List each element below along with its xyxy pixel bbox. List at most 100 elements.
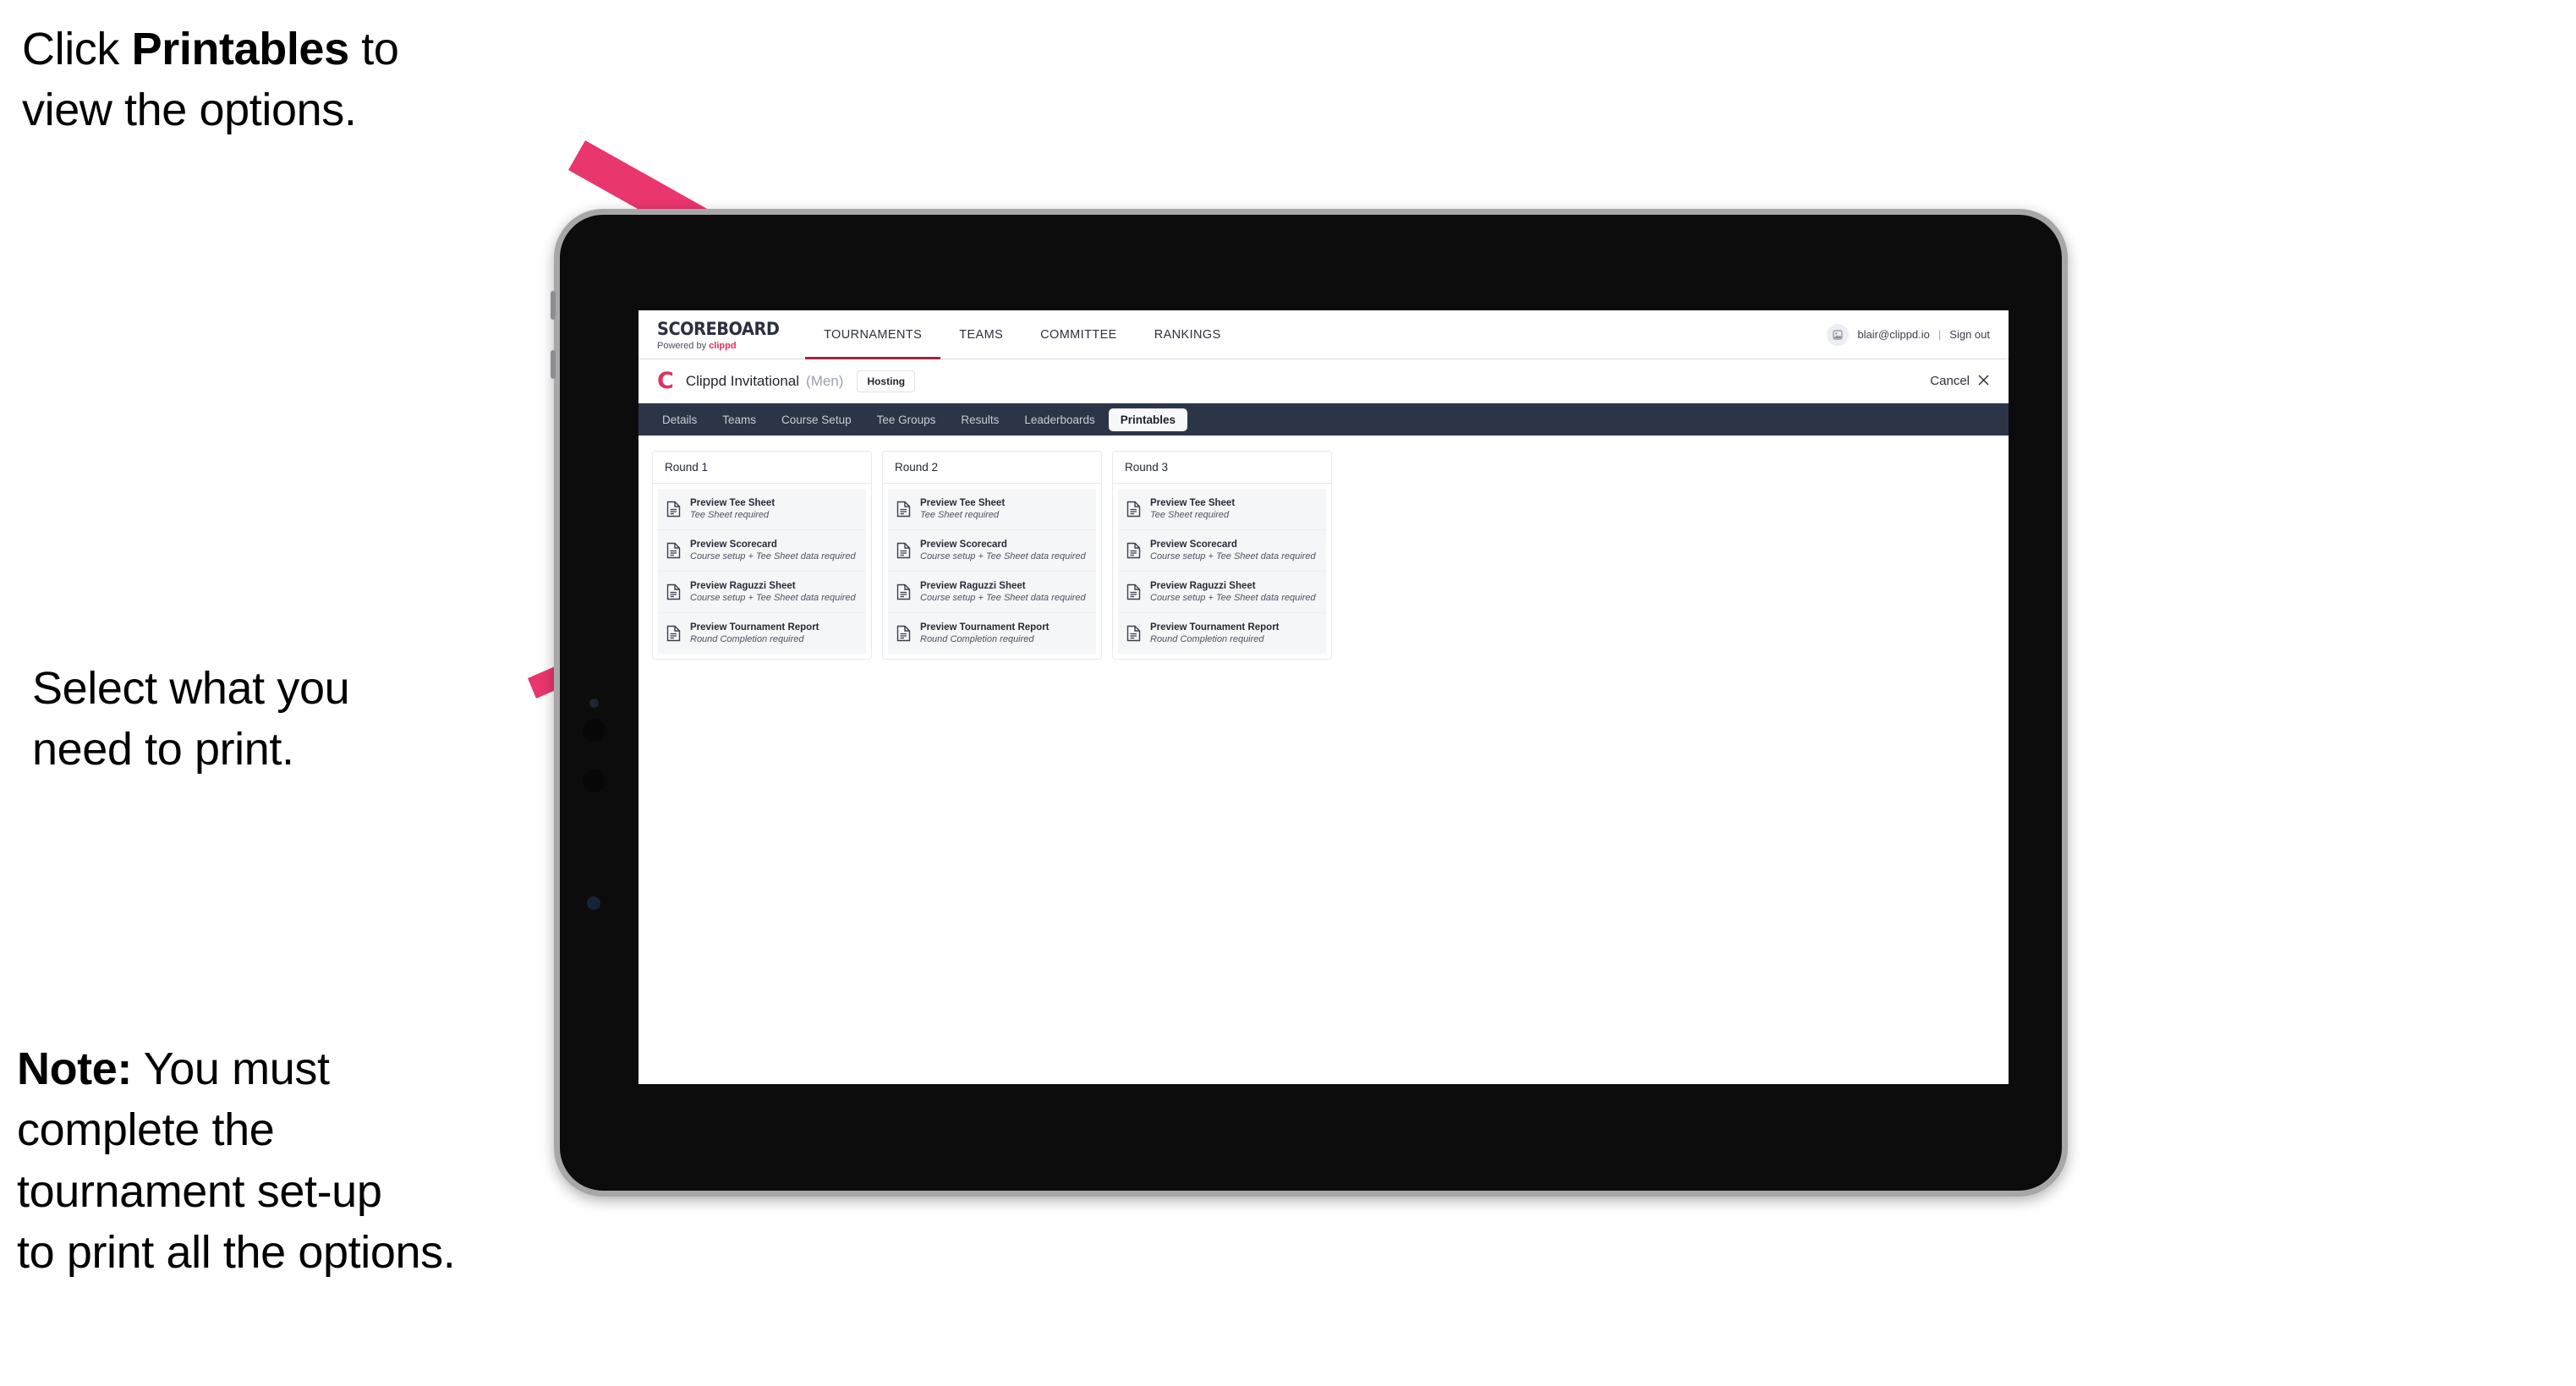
tab-label-leaderboards: Leaderboards bbox=[1024, 413, 1095, 426]
tab-teams[interactable]: Teams bbox=[710, 408, 768, 431]
topnav-item-committee[interactable]: COMMITTEE bbox=[1022, 310, 1136, 359]
tablet-sensor-icon bbox=[587, 896, 600, 910]
print-row-subtitle: Tee Sheet required bbox=[920, 510, 1000, 520]
print-row-r1-raguzzi-sheet[interactable]: Preview Raguzzi Sheet Course setup + Tee… bbox=[658, 572, 866, 613]
user-area: blair@clippd.io | Sign out bbox=[1827, 310, 2009, 359]
print-row-subtitle: Course setup + Tee Sheet data required bbox=[1150, 551, 1316, 562]
round-body-1: Preview Tee Sheet Tee Sheet required Pre… bbox=[653, 484, 871, 659]
tablet-screen: SCOREBOARD Powered by clippd TOURNAMENTS… bbox=[639, 310, 2009, 1084]
round-column-1: Round 1 Preview Tee Sheet Tee Sheet requ… bbox=[652, 451, 872, 660]
print-row-title: Preview Scorecard bbox=[920, 540, 1007, 550]
brand-title: SCOREBOARD bbox=[657, 318, 780, 339]
document-icon bbox=[896, 583, 911, 600]
print-row-title: Preview Scorecard bbox=[1150, 540, 1237, 550]
document-icon bbox=[1126, 501, 1141, 518]
annotation-click-bold: Printables bbox=[131, 24, 349, 74]
tab-label-printables: Printables bbox=[1120, 413, 1176, 426]
section-tab-bar: Details Teams Course Setup Tee Groups Re… bbox=[639, 403, 2009, 436]
cancel-button[interactable]: Cancel bbox=[1930, 374, 1990, 389]
round-title-2: Round 2 bbox=[883, 452, 1101, 484]
tournament-name: Clippd Invitational bbox=[685, 372, 800, 389]
document-icon bbox=[1126, 583, 1141, 600]
print-row-text: Preview Tournament Report Round Completi… bbox=[690, 622, 819, 644]
print-row-r1-scorecard[interactable]: Preview Scorecard Course setup + Tee She… bbox=[658, 530, 866, 572]
print-row-r2-scorecard[interactable]: Preview Scorecard Course setup + Tee She… bbox=[888, 530, 1096, 572]
print-row-title: Preview Tee Sheet bbox=[920, 498, 1006, 508]
top-navigation-bar: SCOREBOARD Powered by clippd TOURNAMENTS… bbox=[639, 310, 2009, 359]
print-row-r3-tee-sheet[interactable]: Preview Tee Sheet Tee Sheet required bbox=[1118, 489, 1326, 530]
topnav-spacer bbox=[1240, 310, 1828, 359]
print-row-text: Preview Raguzzi Sheet Course setup + Tee… bbox=[920, 581, 1086, 603]
tab-label-teams: Teams bbox=[722, 413, 757, 426]
sign-out-link[interactable]: Sign out bbox=[1949, 328, 1990, 341]
brand-logo[interactable]: SCOREBOARD Powered by clippd bbox=[639, 310, 805, 359]
print-row-subtitle: Course setup + Tee Sheet data required bbox=[1150, 593, 1316, 603]
tab-course-setup[interactable]: Course Setup bbox=[770, 408, 863, 431]
print-row-r2-raguzzi-sheet[interactable]: Preview Raguzzi Sheet Course setup + Tee… bbox=[888, 572, 1096, 613]
printables-rounds-grid: Round 1 Preview Tee Sheet Tee Sheet requ… bbox=[639, 436, 2009, 675]
user-email: blair@clippd.io bbox=[1857, 328, 1930, 341]
tournament-subheader: C Clippd Invitational (Men) Hosting Canc… bbox=[639, 359, 2009, 403]
tab-printables[interactable]: Printables bbox=[1108, 408, 1188, 431]
document-icon bbox=[666, 501, 681, 518]
print-row-title: Preview Tournament Report bbox=[920, 622, 1050, 633]
tab-leaderboards[interactable]: Leaderboards bbox=[1012, 408, 1106, 431]
brand-subtitle-clippd: clippd bbox=[709, 340, 737, 351]
document-icon bbox=[666, 583, 681, 600]
brand-subtitle-pre: Powered by bbox=[657, 340, 710, 351]
print-row-subtitle: Round Completion required bbox=[920, 634, 1034, 644]
document-icon bbox=[1126, 542, 1141, 559]
print-row-title: Preview Scorecard bbox=[690, 540, 777, 550]
round-column-2: Round 2 Preview Tee Sheet Tee Sheet requ… bbox=[882, 451, 1102, 660]
topnav-item-tournaments[interactable]: TOURNAMENTS bbox=[805, 310, 941, 359]
print-row-title: Preview Raguzzi Sheet bbox=[1150, 581, 1256, 591]
tab-results[interactable]: Results bbox=[949, 408, 1011, 431]
clippd-c-logo-icon: C bbox=[657, 368, 674, 394]
print-row-r2-tournament-report[interactable]: Preview Tournament Report Round Completi… bbox=[888, 613, 1096, 654]
document-icon bbox=[666, 542, 681, 559]
print-row-r1-tournament-report[interactable]: Preview Tournament Report Round Completi… bbox=[658, 613, 866, 654]
print-row-text: Preview Tee Sheet Tee Sheet required bbox=[690, 498, 775, 520]
tab-tee-groups[interactable]: Tee Groups bbox=[865, 408, 948, 431]
print-row-r3-raguzzi-sheet[interactable]: Preview Raguzzi Sheet Course setup + Tee… bbox=[1118, 572, 1326, 613]
print-row-text: Preview Tee Sheet Tee Sheet required bbox=[920, 498, 1005, 520]
user-separator: | bbox=[1937, 328, 1942, 341]
tab-label-tee-groups: Tee Groups bbox=[876, 413, 936, 426]
tablet-side-button-up[interactable] bbox=[551, 291, 556, 320]
tab-label-details: Details bbox=[662, 413, 698, 426]
print-row-subtitle: Course setup + Tee Sheet data required bbox=[920, 593, 1086, 603]
document-icon bbox=[1126, 625, 1141, 642]
print-row-title: Preview Tee Sheet bbox=[690, 498, 776, 508]
document-icon bbox=[896, 542, 911, 559]
tournament-gender: (Men) bbox=[806, 372, 844, 389]
status-badge-hosting[interactable]: Hosting bbox=[857, 370, 916, 392]
topnav-item-teams[interactable]: TEAMS bbox=[940, 310, 1022, 359]
print-row-text: Preview Scorecard Course setup + Tee She… bbox=[920, 540, 1086, 562]
print-row-r3-tournament-report[interactable]: Preview Tournament Report Round Completi… bbox=[1118, 613, 1326, 654]
round-column-3: Round 3 Preview Tee Sheet Tee Sheet requ… bbox=[1112, 451, 1332, 660]
tablet-sensor-dot-1 bbox=[583, 719, 606, 742]
tablet-side-button-down[interactable] bbox=[551, 350, 556, 379]
cancel-label: Cancel bbox=[1930, 374, 1970, 388]
print-row-title: Preview Raguzzi Sheet bbox=[690, 581, 796, 591]
brand-subtitle: Powered by clippd bbox=[657, 341, 790, 351]
print-row-text: Preview Scorecard Course setup + Tee She… bbox=[1150, 540, 1316, 562]
tab-details[interactable]: Details bbox=[650, 408, 709, 431]
user-avatar-icon[interactable] bbox=[1827, 323, 1850, 346]
print-row-text: Preview Raguzzi Sheet Course setup + Tee… bbox=[690, 581, 856, 603]
annotation-click-pre: Click bbox=[22, 24, 132, 74]
print-row-r2-tee-sheet[interactable]: Preview Tee Sheet Tee Sheet required bbox=[888, 489, 1096, 530]
document-icon bbox=[666, 625, 681, 642]
round-body-2: Preview Tee Sheet Tee Sheet required Pre… bbox=[883, 484, 1101, 659]
print-row-r1-tee-sheet[interactable]: Preview Tee Sheet Tee Sheet required bbox=[658, 489, 866, 530]
print-row-r3-scorecard[interactable]: Preview Scorecard Course setup + Tee She… bbox=[1118, 530, 1326, 572]
print-row-subtitle: Round Completion required bbox=[690, 634, 804, 644]
page-root: Click Printables to view the options. Se… bbox=[0, 0, 2576, 1386]
document-icon bbox=[896, 501, 911, 518]
annotation-select-print: Select what you need to print. bbox=[32, 663, 350, 775]
tab-label-course-setup: Course Setup bbox=[781, 413, 852, 426]
print-row-title: Preview Tournament Report bbox=[690, 622, 819, 633]
print-row-title: Preview Raguzzi Sheet bbox=[920, 581, 1026, 591]
topnav-item-rankings[interactable]: RANKINGS bbox=[1136, 310, 1240, 359]
print-row-title: Preview Tee Sheet bbox=[1150, 498, 1236, 508]
